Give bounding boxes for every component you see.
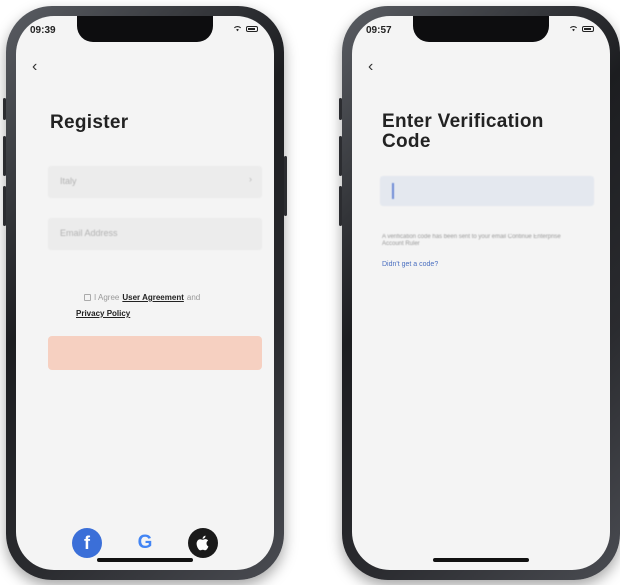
page-title: Enter Verification Code xyxy=(382,112,544,152)
submit-button[interactable] xyxy=(48,336,262,370)
mute-switch xyxy=(3,98,6,120)
mute-switch xyxy=(339,98,342,120)
volume-up-button xyxy=(339,136,342,176)
power-button xyxy=(284,156,287,216)
wifi-icon xyxy=(233,26,242,32)
volume-down-button xyxy=(3,186,6,226)
country-select[interactable]: Italy › xyxy=(48,166,262,198)
chevron-right-icon: › xyxy=(249,174,252,184)
phone-register: 09:39 ‹ Register Italy › Email Address I… xyxy=(3,6,287,580)
title-line-1: Enter Verification xyxy=(382,111,544,132)
status-time: 09:39 xyxy=(30,25,56,36)
apple-logo-glyph xyxy=(196,535,209,551)
volume-up-button xyxy=(3,136,6,176)
page-title: Register xyxy=(50,112,129,133)
back-chevron-icon[interactable]: ‹ xyxy=(368,58,373,76)
email-field[interactable]: Email Address xyxy=(48,218,262,250)
privacy-policy-link[interactable]: Privacy Policy xyxy=(76,309,130,318)
agree-prefix: I Agree xyxy=(94,293,120,302)
social-login-row: f G xyxy=(16,528,274,558)
agreement-row: I Agree User Agreement and xyxy=(84,293,274,302)
apple-icon[interactable] xyxy=(188,528,218,558)
and-text: and xyxy=(186,293,201,302)
country-value: Italy xyxy=(60,176,77,186)
facebook-icon[interactable]: f xyxy=(72,528,102,558)
verification-description: A verification code has been sent to you… xyxy=(382,234,561,247)
home-indicator xyxy=(433,558,529,562)
user-agreement-link[interactable]: User Agreement xyxy=(122,293,184,302)
google-icon[interactable]: G xyxy=(130,528,160,558)
email-placeholder: Email Address xyxy=(60,228,118,238)
title-line-2: Code xyxy=(382,131,431,152)
notch xyxy=(413,16,549,42)
status-icons xyxy=(569,24,594,33)
wifi-icon xyxy=(569,26,578,32)
back-chevron-icon[interactable]: ‹ xyxy=(32,58,37,76)
phone-verification: 09:57 ‹ Enter Verification Code A verifi… xyxy=(339,6,620,580)
battery-icon xyxy=(246,25,258,32)
status-time: 09:57 xyxy=(366,25,392,36)
status-icons xyxy=(233,24,258,33)
resend-code-link[interactable]: Didn't get a code? xyxy=(382,261,438,268)
home-indicator xyxy=(97,558,193,562)
battery-icon xyxy=(582,25,594,32)
register-screen: 09:39 ‹ Register Italy › Email Address I… xyxy=(16,16,274,570)
verification-screen: 09:57 ‹ Enter Verification Code A verifi… xyxy=(352,16,610,570)
verification-code-input[interactable] xyxy=(380,176,594,206)
notch xyxy=(77,16,213,42)
agree-checkbox[interactable] xyxy=(84,294,91,301)
volume-down-button xyxy=(339,186,342,226)
text-cursor xyxy=(392,183,394,199)
